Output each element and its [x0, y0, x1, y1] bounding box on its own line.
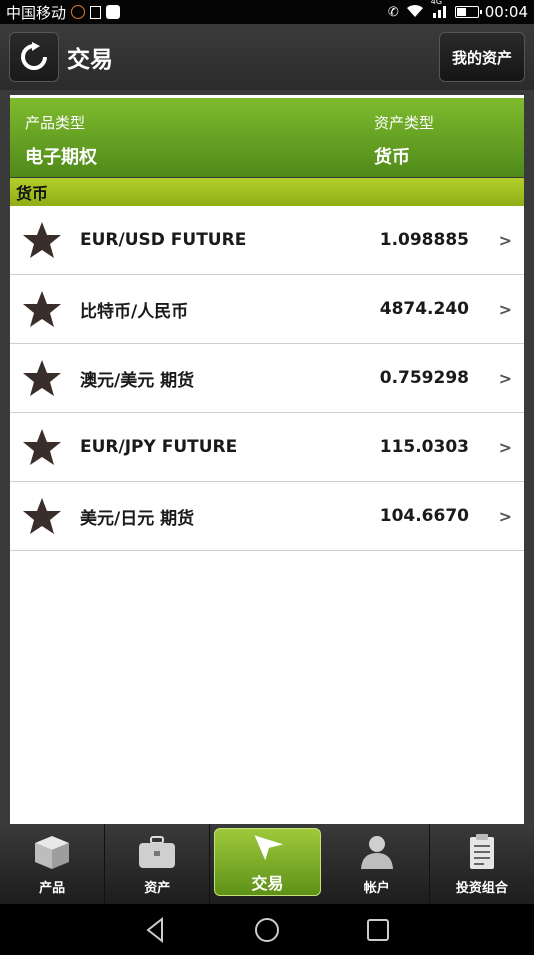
signal-icon: 4G — [431, 0, 449, 21]
chevron-right-icon: > — [498, 437, 512, 457]
back-icon[interactable] — [142, 916, 170, 944]
instrument-price: 1.098885 — [379, 230, 469, 250]
network-label: 4G — [430, 0, 443, 6]
product-type-value: 电子期权 — [25, 147, 97, 168]
instrument-price: 104.6670 — [379, 506, 469, 526]
instrument-price: 4874.240 — [379, 299, 469, 319]
battery-icon — [454, 6, 482, 18]
asset-type-filter[interactable]: 资产类型 货币 — [374, 112, 434, 169]
notification-icon — [90, 5, 102, 19]
section-header: 货币 — [10, 178, 524, 206]
instrument-price: 115.0303 — [379, 437, 469, 457]
instrument-list: EUR/USD FUTURE 1.098885 > 比特币/人民币 4874.2… — [10, 206, 524, 824]
list-item[interactable]: 美元/日元 期货 104.6670 > — [10, 482, 524, 551]
instrument-name: EUR/USD FUTURE — [80, 230, 247, 250]
title-bar: 交易 我的资产 — [0, 24, 534, 90]
user-icon — [360, 835, 393, 869]
tab-label: 交易 — [251, 874, 284, 893]
tab-label: 产品 — [39, 880, 66, 896]
asset-type-value: 货币 — [374, 147, 410, 168]
tab-label: 投资组合 — [455, 880, 508, 896]
chevron-right-icon: > — [498, 368, 512, 388]
tab-label: 帐户 — [363, 880, 390, 896]
wifi-icon — [405, 4, 425, 21]
instrument-price: 0.759298 — [379, 368, 469, 388]
chevron-right-icon: > — [498, 506, 512, 526]
clipboard-icon — [469, 833, 494, 869]
star-icon[interactable] — [22, 496, 62, 536]
tab-portfolio[interactable]: 投资组合 — [430, 824, 534, 904]
tab-account[interactable]: 帐户 — [325, 824, 430, 904]
filter-panel[interactable]: 产品类型 电子期权 资产类型 货币 — [10, 95, 524, 177]
star-icon[interactable] — [22, 220, 62, 260]
list-item[interactable]: EUR/USD FUTURE 1.098885 > — [10, 206, 524, 275]
refresh-button[interactable] — [9, 32, 59, 82]
carrier-label: 中国移动 — [6, 3, 67, 22]
chevron-right-icon: > — [498, 230, 512, 250]
instrument-name: 澳元/美元 期货 — [80, 370, 195, 391]
chevron-right-icon: > — [498, 299, 512, 319]
check-icon — [106, 5, 121, 19]
tab-assets[interactable]: 资产 — [105, 824, 211, 904]
asset-type-label: 资产类型 — [374, 114, 435, 132]
product-type-filter[interactable]: 产品类型 电子期权 — [25, 112, 97, 169]
briefcase-icon — [139, 835, 176, 868]
tab-products[interactable]: 产品 — [0, 824, 106, 904]
my-assets-button[interactable]: 我的资产 — [438, 32, 525, 82]
product-type-label: 产品类型 — [25, 114, 86, 132]
status-bar: 中国移动 ✆ 4G 00:04 — [0, 0, 534, 24]
star-icon[interactable] — [22, 358, 62, 398]
box-icon — [35, 835, 70, 869]
list-item[interactable]: 比特币/人民币 4874.240 > — [10, 275, 524, 344]
star-icon[interactable] — [22, 289, 62, 329]
tab-trade[interactable]: 交易 — [214, 828, 321, 896]
refresh-icon — [21, 42, 47, 70]
instrument-name: 美元/日元 期货 — [80, 508, 195, 529]
vibrate-icon: ✆ — [387, 4, 399, 20]
recents-icon[interactable] — [364, 916, 392, 944]
list-item[interactable]: EUR/JPY FUTURE 115.0303 > — [10, 413, 524, 482]
star-icon[interactable] — [22, 427, 62, 467]
instrument-name: 比特币/人民币 — [80, 301, 189, 322]
clock: 00:04 — [484, 3, 528, 21]
home-icon[interactable] — [253, 916, 281, 944]
emoji-icon — [71, 5, 86, 19]
system-nav-bar — [0, 904, 534, 955]
list-item[interactable]: 澳元/美元 期货 0.759298 > — [10, 344, 524, 413]
tab-label: 资产 — [144, 880, 171, 896]
page-title: 交易 — [67, 47, 113, 73]
instrument-name: EUR/JPY FUTURE — [80, 437, 238, 457]
bottom-tab-bar: 产品 资产 交易 帐户 投资组合 — [0, 824, 534, 904]
send-icon — [254, 835, 283, 861]
